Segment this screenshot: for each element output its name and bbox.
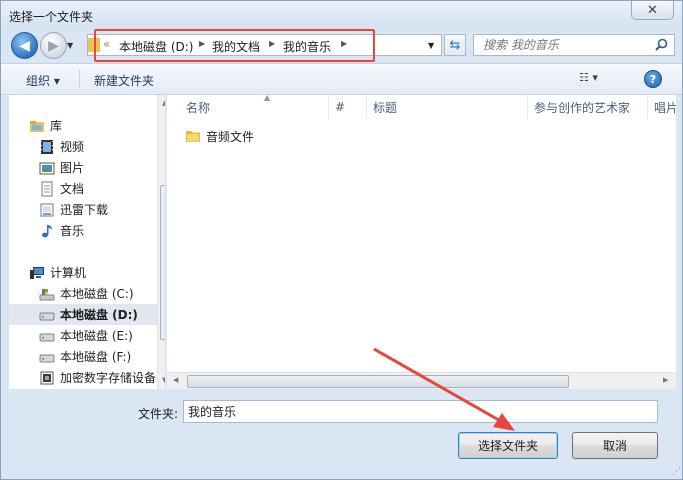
select-folder-button[interactable]: 选择文件夹 <box>458 432 558 459</box>
navigation-bar: ◀ ▶ ▼ « 本地磁盘 (D:) ▶ 我的文档 ▶ 我的音乐 ▶ ▼ ⇆ <box>1 29 682 63</box>
search-icon[interactable] <box>655 38 668 51</box>
file-list: 名称 ▲ # 标题 参与创作的艺术家 唱片 音频文件 ◀ ▶ <box>167 95 676 389</box>
document-icon <box>41 181 53 196</box>
navigation-scrollbar[interactable]: ▲ ▼ <box>157 95 165 389</box>
scroll-down-icon[interactable]: ▼ <box>162 376 165 384</box>
sidebar-item-computer[interactable]: 计算机 <box>29 262 165 283</box>
sidebar-item-label: 视频 <box>60 140 85 154</box>
title-bar: 选择一个文件夹 ✕ <box>1 1 682 29</box>
close-button[interactable]: ✕ <box>631 1 674 20</box>
column-header-album[interactable]: 唱片 <box>648 95 676 119</box>
scroll-left-icon[interactable]: ◀ <box>173 376 178 384</box>
cancel-button[interactable]: 取消 <box>572 432 658 459</box>
sidebar-item-music[interactable]: 音乐 <box>39 220 165 241</box>
sidebar-item-label: 音乐 <box>60 224 85 238</box>
address-bar[interactable]: « 本地磁盘 (D:) ▶ 我的文档 ▶ 我的音乐 ▶ ▼ <box>87 34 442 56</box>
folder-icon <box>186 131 200 142</box>
back-button[interactable]: ◀ <box>11 32 38 59</box>
storage-device-icon <box>40 371 54 384</box>
list-item[interactable]: 音频文件 <box>185 126 254 146</box>
music-icon <box>42 224 52 237</box>
sidebar-item-label: 本地磁盘 (D:) <box>60 308 138 322</box>
command-bar: 组织 ▾ 新建文件夹 ☷ ▾ ? <box>1 63 682 95</box>
sidebar-item-pictures[interactable]: 图片 <box>39 157 165 178</box>
close-icon: ✕ <box>647 2 658 18</box>
sidebar-item-label: 图片 <box>60 161 85 175</box>
scroll-right-icon[interactable]: ▶ <box>663 376 668 384</box>
scrollbar-thumb[interactable] <box>160 185 165 340</box>
recent-pages-dropdown[interactable]: ▼ <box>67 41 77 51</box>
forward-arrow-icon: ▶ <box>48 37 59 54</box>
chevron-right-icon[interactable]: ▶ <box>341 39 347 48</box>
library-icon <box>30 120 44 132</box>
folder-input[interactable] <box>184 401 657 422</box>
folder-icon <box>88 38 100 52</box>
breadcrumb-overflow-icon[interactable]: « <box>103 37 110 51</box>
scrollbar-thumb[interactable] <box>187 375 569 388</box>
refresh-icon: ⇆ <box>449 37 461 53</box>
column-header-number[interactable]: # <box>329 95 367 119</box>
search-box[interactable] <box>473 34 675 56</box>
horizontal-scrollbar[interactable]: ◀ ▶ <box>167 372 676 389</box>
file-name: 音频文件 <box>206 129 255 144</box>
toolbar-divider <box>79 70 80 88</box>
refresh-button[interactable]: ⇆ <box>444 34 466 56</box>
folder-picker-dialog: 选择一个文件夹 ✕ ◀ ▶ ▼ « 本地磁盘 (D:) ▶ 我的文档 ▶ 我的音… <box>0 0 683 480</box>
drive-icon <box>39 354 55 362</box>
sidebar-item-label: 本地磁盘 (E:) <box>60 329 133 343</box>
sort-ascending-icon: ▲ <box>264 95 271 102</box>
breadcrumb-item-my-documents[interactable]: 我的文档 <box>212 38 260 55</box>
chevron-right-icon[interactable]: ▶ <box>269 39 275 48</box>
dialog-footer: 文件夹: 选择文件夹 取消 ⋰ <box>1 389 682 479</box>
view-options-button[interactable]: ☷ ▾ <box>579 71 621 89</box>
chevron-down-icon[interactable]: ▼ <box>428 41 434 50</box>
sidebar-item-label: 本地磁盘 (C:) <box>60 287 134 301</box>
back-arrow-icon: ◀ <box>19 37 30 54</box>
sidebar-item-label: 文档 <box>60 182 85 196</box>
sidebar-item-label: 本地磁盘 (F:) <box>60 350 132 364</box>
help-icon: ? <box>649 72 657 86</box>
column-header-title[interactable]: 标题 <box>367 95 528 119</box>
sidebar-item-label: 迅雷下载 <box>60 203 109 217</box>
drive-icon <box>39 312 55 320</box>
column-header-name[interactable]: 名称 ▲ <box>180 95 329 119</box>
navigation-pane: 库 视频 图片 文档 迅雷下载 音乐 计算机 本地磁盘 (C:) 本地磁盘 (D… <box>9 95 166 389</box>
window-title: 选择一个文件夹 <box>9 10 94 24</box>
sidebar-item-thunder-downloads[interactable]: 迅雷下载 <box>39 199 165 220</box>
organize-button[interactable]: 组织 ▾ <box>26 72 60 89</box>
breadcrumb-item-drive-d[interactable]: 本地磁盘 (D:) <box>119 38 193 55</box>
column-header-contributing-artist[interactable]: 参与创作的艺术家 <box>528 95 648 119</box>
search-input[interactable] <box>474 35 654 55</box>
sidebar-item-drive-e[interactable]: 本地磁盘 (E:) <box>39 325 165 346</box>
sidebar-item-documents[interactable]: 文档 <box>39 178 165 199</box>
resize-grip-icon[interactable]: ⋰ <box>672 467 681 477</box>
folder-field[interactable] <box>183 400 658 423</box>
system-drive-icon <box>39 288 55 300</box>
sidebar-item-label: 库 <box>50 119 63 133</box>
sidebar-item-drive-f[interactable]: 本地磁盘 (F:) <box>39 346 165 367</box>
folder-label: 文件夹: <box>138 407 179 421</box>
sidebar-item-library[interactable]: 库 <box>29 115 165 136</box>
sidebar-item-drive-c[interactable]: 本地磁盘 (C:) <box>39 283 165 304</box>
computer-icon <box>30 266 44 279</box>
scroll-up-icon[interactable]: ▲ <box>162 99 165 107</box>
help-button[interactable]: ? <box>644 70 662 88</box>
picture-icon <box>39 162 55 174</box>
new-folder-button[interactable]: 新建文件夹 <box>94 72 154 89</box>
sidebar-item-video[interactable]: 视频 <box>39 136 165 157</box>
chevron-right-icon[interactable]: ▶ <box>199 39 205 48</box>
sidebar-item-label: 加密数字存储设备 <box>60 371 157 385</box>
drive-icon <box>39 333 55 341</box>
download-icon <box>40 203 54 216</box>
forward-button[interactable]: ▶ <box>40 32 67 59</box>
breadcrumb-item-my-music[interactable]: 我的音乐 <box>283 38 331 55</box>
sidebar-item-label: 计算机 <box>50 266 87 280</box>
video-icon <box>41 139 53 154</box>
sidebar-item-drive-d[interactable]: 本地磁盘 (D:) <box>9 304 157 325</box>
sidebar-item-encrypted-storage[interactable]: 加密数字存储设备 <box>39 367 157 388</box>
